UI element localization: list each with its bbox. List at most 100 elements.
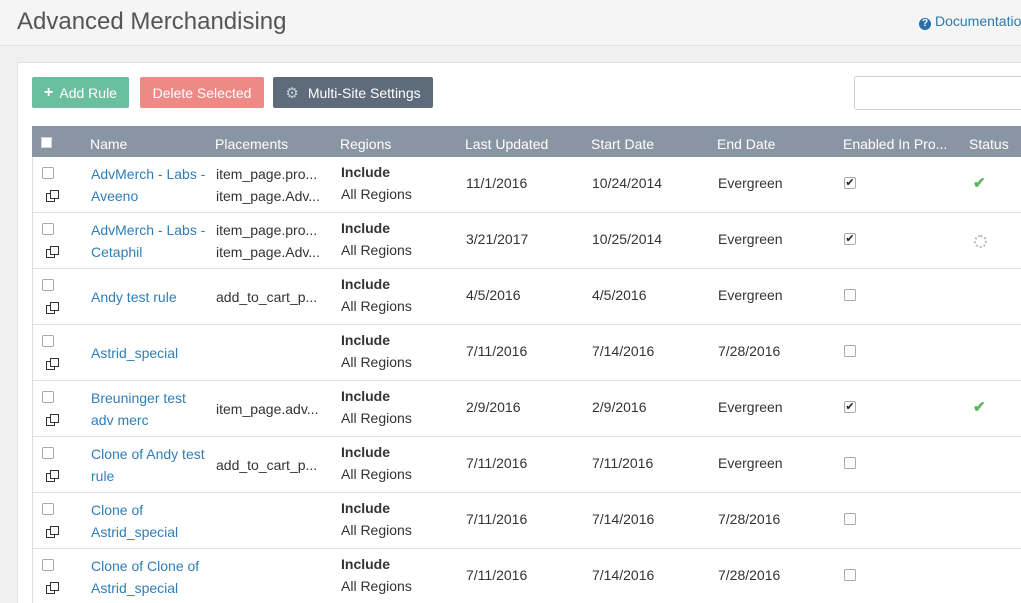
last-updated-cell: 3/21/2017 xyxy=(466,231,529,247)
clone-icon[interactable] xyxy=(46,190,59,203)
rule-name-link[interactable]: Clone of Andy test rule xyxy=(91,443,206,487)
end-date-cell: Evergreen xyxy=(718,175,783,191)
enabled-checkbox[interactable] xyxy=(844,457,856,469)
table-row: Clone of Astrid_special Include All Region… xyxy=(33,493,1021,549)
region-mode: Include xyxy=(341,556,391,572)
enabled-checkbox[interactable]: ✔ xyxy=(844,177,856,189)
end-date-cell: 7/28/2016 xyxy=(718,511,781,527)
placement-item: item_page.adv... xyxy=(216,401,319,417)
end-date-cell: Evergreen xyxy=(718,399,783,415)
clone-icon[interactable] xyxy=(46,302,59,315)
row-select-checkbox[interactable] xyxy=(42,503,54,515)
placements-cell: item_page.adv... xyxy=(216,398,318,420)
placement-item: item_page.Adv... xyxy=(216,188,321,204)
row-select-checkbox[interactable] xyxy=(42,335,54,347)
table-row: Astrid_special Include All Regions 7/11/201… xyxy=(33,325,1021,381)
row-select-checkbox[interactable] xyxy=(42,223,54,235)
multi-site-settings-button[interactable]: ⚙ Multi-Site Settings xyxy=(273,77,433,108)
region-mode: Include xyxy=(341,332,391,348)
clone-icon[interactable] xyxy=(46,246,59,259)
rule-name-link[interactable]: Clone of Astrid_special xyxy=(91,499,206,543)
enabled-checkbox[interactable] xyxy=(844,345,856,357)
row-select-checkbox[interactable] xyxy=(42,447,54,459)
delete-selected-label: Delete Selected xyxy=(152,84,252,101)
end-date-cell: Evergreen xyxy=(718,287,783,303)
rule-name-link[interactable]: Breuninger test adv merc xyxy=(91,387,206,431)
column-status[interactable]: Status xyxy=(969,136,1009,152)
clone-icon[interactable] xyxy=(46,358,59,371)
column-start-date[interactable]: Start Date xyxy=(591,136,654,152)
row-select-checkbox[interactable] xyxy=(42,559,54,571)
end-date-cell: Evergreen xyxy=(718,455,783,471)
documentation-link[interactable]: ? Documentation xyxy=(919,13,1021,30)
clone-icon[interactable] xyxy=(46,414,59,427)
placements-cell: add_to_cart_p... xyxy=(216,454,317,476)
row-select-checkbox[interactable] xyxy=(42,391,54,403)
region-value: All Regions xyxy=(341,578,412,594)
table-row: Clone of Clone of Astrid_special Include A… xyxy=(33,549,1021,603)
enabled-checkbox[interactable] xyxy=(844,569,856,581)
search-input[interactable] xyxy=(854,76,1021,110)
page-title: Advanced Merchandising xyxy=(17,8,287,35)
last-updated-cell: 11/1/2016 xyxy=(466,175,528,191)
add-rule-label: Add Rule xyxy=(59,84,117,101)
documentation-label: Documentation xyxy=(935,13,1021,29)
rule-name-link[interactable]: AdvMerch - Labs - Aveeno xyxy=(91,163,206,207)
rule-name-link[interactable]: Astrid_special xyxy=(91,342,206,364)
enabled-checkbox[interactable] xyxy=(844,513,856,525)
region-mode: Include xyxy=(341,276,391,292)
start-date-cell: 4/5/2016 xyxy=(592,287,647,303)
rule-name-link[interactable]: Andy test rule xyxy=(91,286,206,308)
rules-table-body: AdvMerch - Labs - Aveeno item_page.pro...… xyxy=(32,157,1021,603)
row-select-checkbox[interactable] xyxy=(42,279,54,291)
rule-name-link[interactable]: AdvMerch - Labs - Cetaphil xyxy=(91,219,206,263)
last-updated-cell: 2/9/2016 xyxy=(466,399,521,415)
last-updated-cell: 4/5/2016 xyxy=(466,287,521,303)
region-value: All Regions xyxy=(341,242,412,258)
select-all-checkbox[interactable] xyxy=(41,137,52,148)
row-select-checkbox[interactable] xyxy=(42,167,54,179)
last-updated-cell: 7/11/2016 xyxy=(466,511,528,527)
status-check-icon: ✔ xyxy=(973,175,986,192)
placement-item: add_to_cart_p... xyxy=(216,457,318,473)
clone-icon[interactable] xyxy=(46,526,59,539)
region-mode: Include xyxy=(341,164,391,180)
start-date-cell: 10/24/2014 xyxy=(592,175,663,191)
clone-icon[interactable] xyxy=(46,470,59,483)
clone-icon[interactable] xyxy=(46,582,59,595)
status-spinner-icon xyxy=(974,235,987,248)
enabled-checkbox[interactable] xyxy=(844,289,856,301)
region-value: All Regions xyxy=(341,466,412,482)
enabled-checkbox[interactable]: ✔ xyxy=(844,401,856,413)
region-value: All Regions xyxy=(341,410,412,426)
column-last-updated[interactable]: Last Updated xyxy=(465,136,548,152)
start-date-cell: 2/9/2016 xyxy=(592,399,647,415)
rule-name-link[interactable]: Clone of Clone of Astrid_special xyxy=(91,555,206,599)
column-placements[interactable]: Placements xyxy=(215,136,288,152)
placement-item: item_page.pro... xyxy=(216,166,318,182)
column-name[interactable]: Name xyxy=(90,136,127,152)
table-row: Clone of Andy test rule add_to_cart_p... I… xyxy=(33,437,1021,493)
table-row: AdvMerch - Labs - Cetaphil item_page.pro.… xyxy=(33,213,1021,269)
column-regions[interactable]: Regions xyxy=(340,136,391,152)
start-date-cell: 7/14/2016 xyxy=(592,511,655,527)
start-date-cell: 7/14/2016 xyxy=(592,567,655,583)
end-date-cell: Evergreen xyxy=(718,231,783,247)
top-bar: Advanced Merchandising ? Documentation xyxy=(0,0,1021,46)
enabled-checkbox[interactable]: ✔ xyxy=(844,233,856,245)
end-date-cell: 7/28/2016 xyxy=(718,567,781,583)
region-mode: Include xyxy=(341,444,391,460)
placements-cell: item_page.pro... item_page.Adv... xyxy=(216,163,320,207)
region-value: All Regions xyxy=(341,354,412,370)
table-header: Name Placements Regions Last Updated Sta… xyxy=(32,126,1021,157)
add-rule-button[interactable]: + Add Rule xyxy=(32,77,129,108)
column-end-date[interactable]: End Date xyxy=(717,136,775,152)
placement-item: item_page.pro... xyxy=(216,222,318,238)
start-date-cell: 7/14/2016 xyxy=(592,343,655,359)
column-enabled[interactable]: Enabled In Pro... xyxy=(843,136,947,152)
region-mode: Include xyxy=(341,388,391,404)
delete-selected-button[interactable]: Delete Selected xyxy=(140,77,264,108)
region-mode: Include xyxy=(341,500,391,516)
region-value: All Regions xyxy=(341,186,412,202)
region-mode: Include xyxy=(341,220,391,236)
